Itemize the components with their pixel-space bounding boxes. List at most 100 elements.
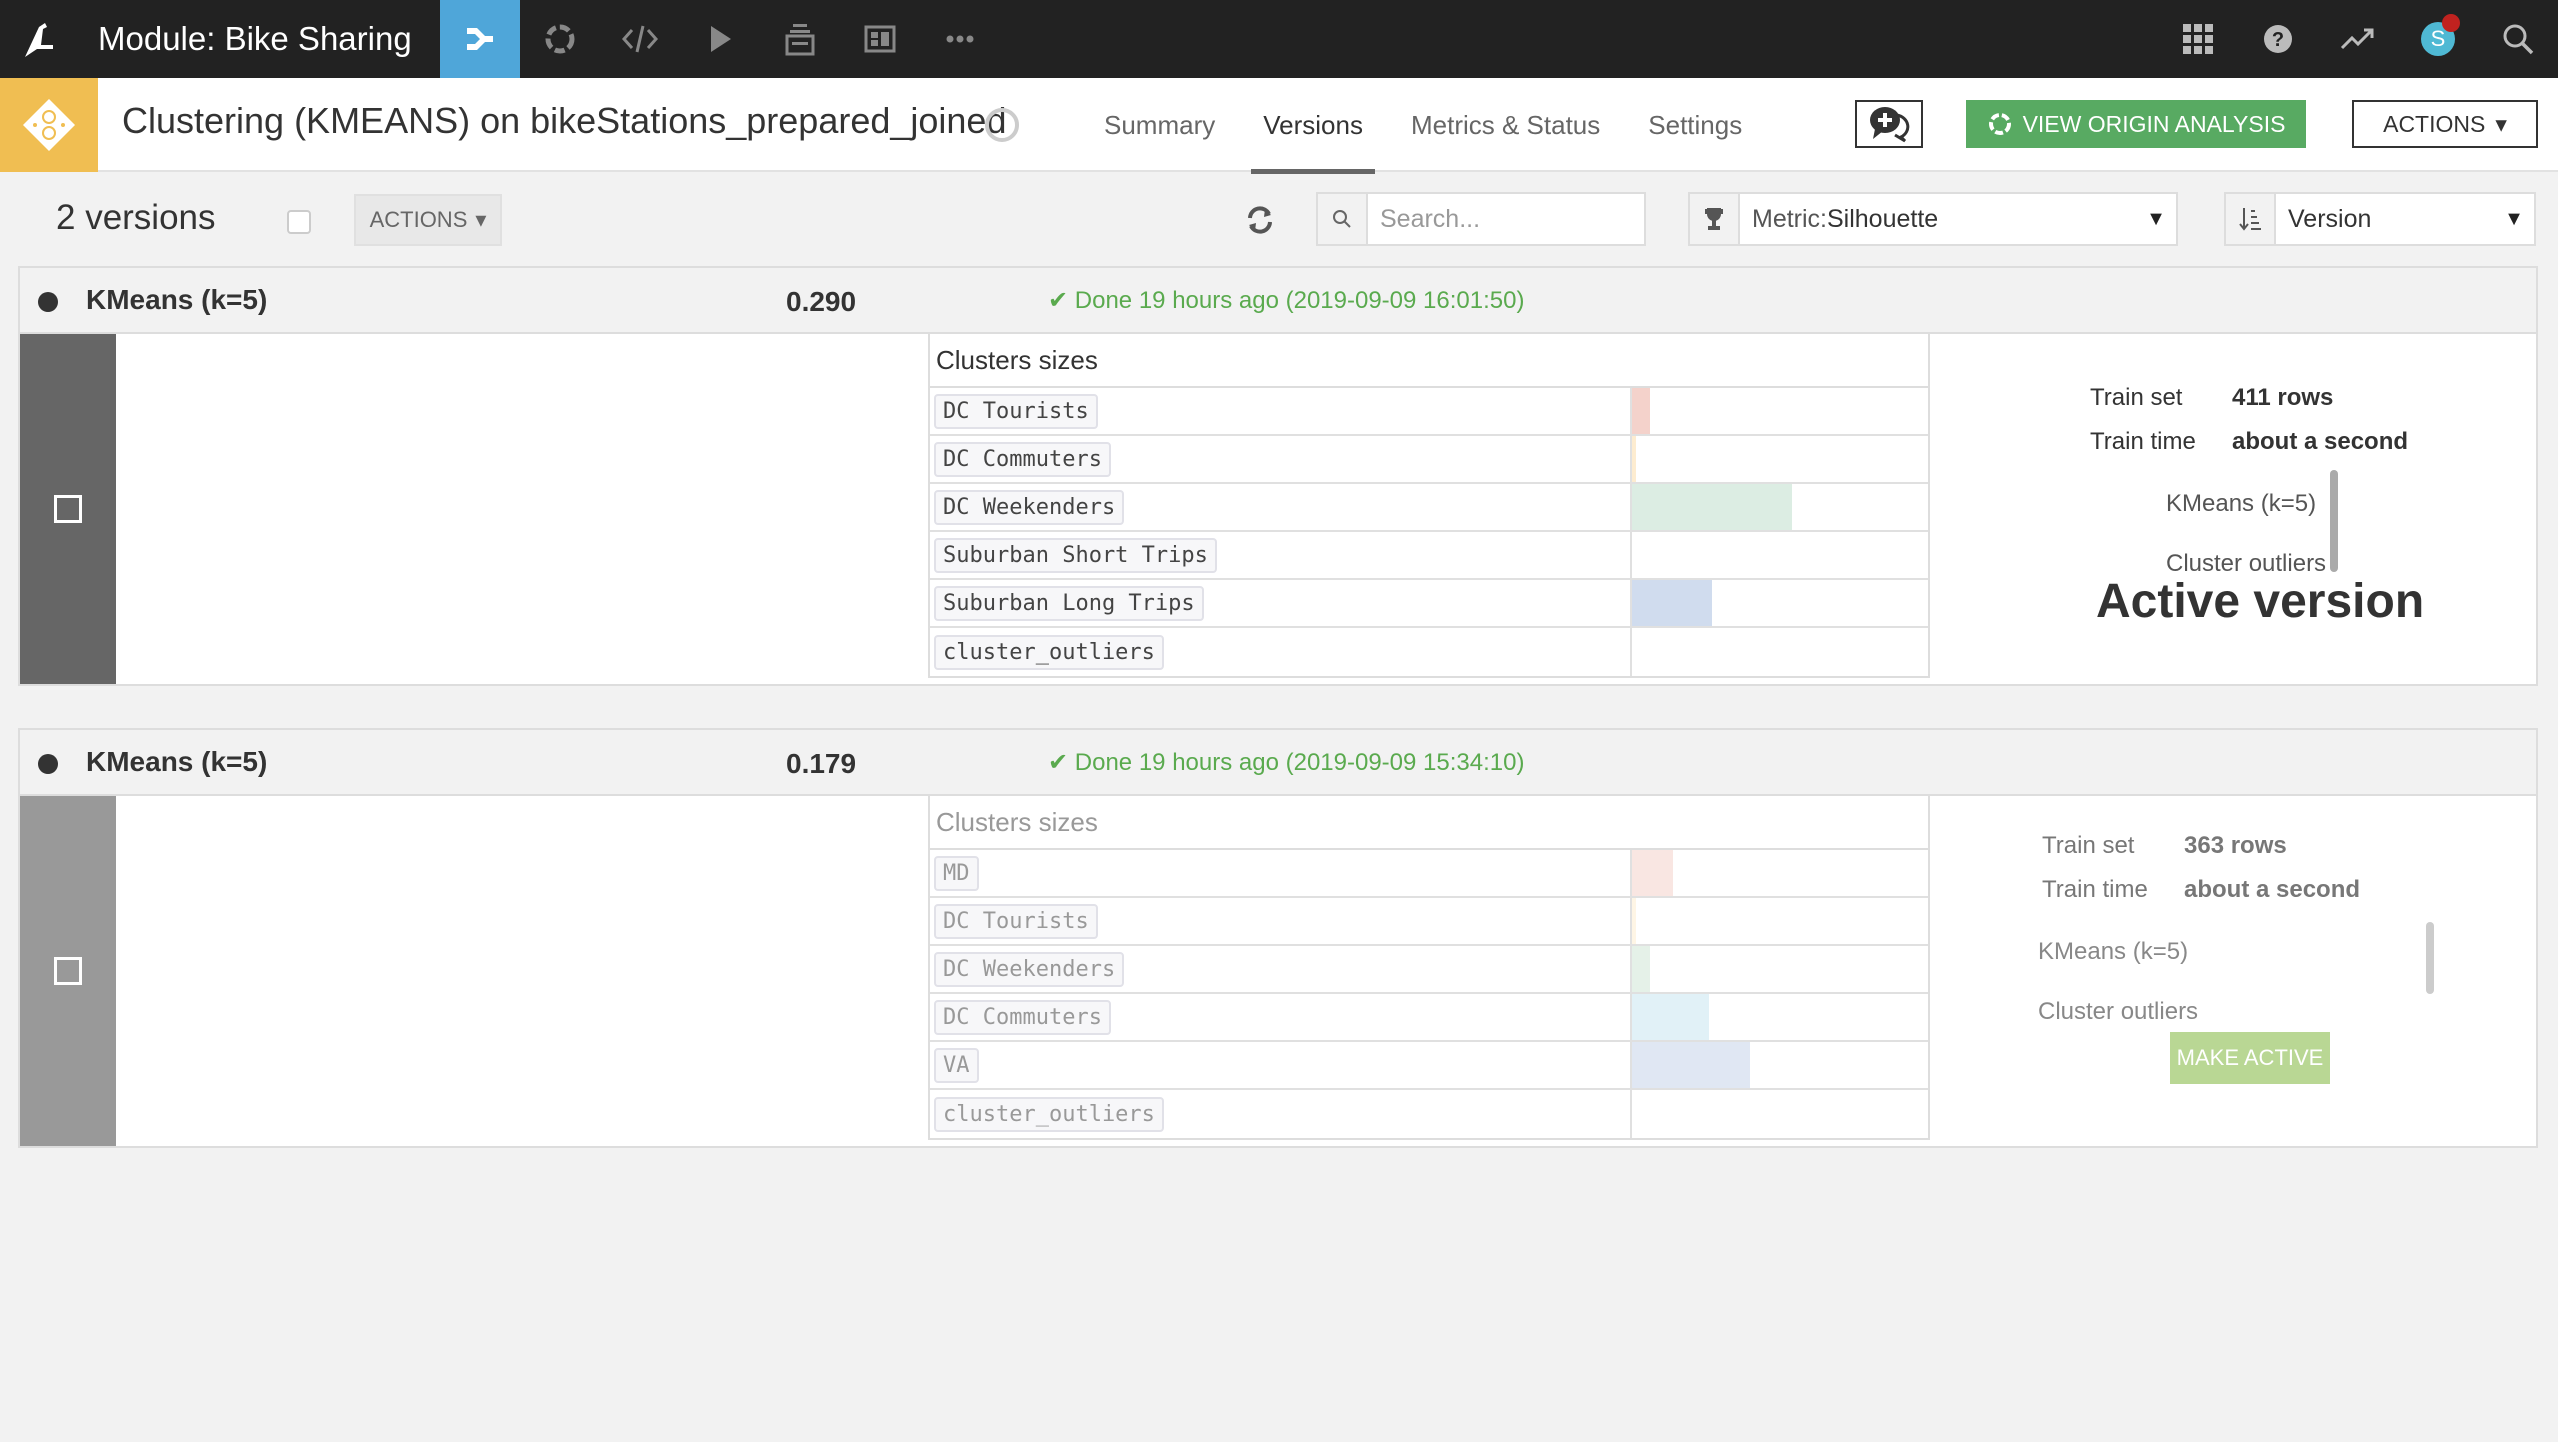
cluster-outliers-label: Cluster outliers: [2038, 998, 2199, 1025]
cluster-size-bar: [1632, 898, 1636, 944]
train-set-row: Train set 411 rows: [2090, 384, 2333, 412]
cluster-label-cell: VA: [930, 1042, 1632, 1088]
train-set-value: 363 rows: [2184, 832, 2287, 859]
cluster-bar-cell: [1632, 946, 1928, 992]
cluster-label-cell: DC Tourists: [930, 388, 1632, 434]
caret-down-icon: ▾: [475, 207, 487, 232]
cluster-size-bar: [1632, 484, 1792, 530]
train-time-value: about a second: [2184, 876, 2361, 903]
cluster-bar-cell: [1632, 628, 1928, 676]
notification-badge: [2442, 14, 2460, 32]
train-set-value: 411 rows: [2232, 384, 2334, 411]
info-scrollbar[interactable]: [2426, 922, 2434, 994]
page-title: Clustering (KMEANS) on bikeStations_prep…: [122, 100, 1007, 141]
code-icon[interactable]: [600, 0, 680, 78]
more-icon[interactable]: [920, 0, 1000, 78]
deploy-icon[interactable]: [760, 0, 840, 78]
view-origin-analysis-label: VIEW ORIGIN ANALYSIS: [2022, 110, 2286, 137]
cluster-bar-cell: [1632, 1090, 1928, 1138]
mass-actions-button[interactable]: ACTIONS ▾: [354, 194, 502, 246]
tab-summary[interactable]: Summary: [1080, 78, 1239, 172]
discussions-button[interactable]: [1855, 100, 1923, 148]
saved-model-badge-icon[interactable]: [985, 108, 1019, 142]
object-tabs: Summary Versions Metrics & Status Settin…: [1080, 78, 1766, 174]
object-header: Clustering (KMEANS) on bikeStations_prep…: [0, 78, 2558, 174]
cluster-bar-cell: [1632, 850, 1928, 896]
cluster-label-cell: DC Weekenders: [930, 946, 1632, 992]
version-checkbox[interactable]: [54, 957, 82, 985]
cluster-size-bar: [1632, 1042, 1751, 1088]
model-name: KMeans (k=5): [2166, 490, 2317, 517]
check-icon: ✔: [1048, 749, 1075, 776]
train-set-label: Train set: [2042, 832, 2135, 859]
view-origin-analysis-button[interactable]: VIEW ORIGIN ANALYSIS: [1966, 100, 2306, 148]
status-text: Done 19 hours ago (2019-09-09 16:01:50): [1074, 287, 1525, 314]
cluster-row: DC Weekenders: [930, 946, 1928, 994]
cluster-name-tag: DC Tourists: [934, 393, 1098, 429]
version-card: KMeans (k=5) 0.290 ✔ Done 19 hours ago (…: [18, 266, 2538, 686]
cluster-size-bar: [1632, 994, 1709, 1040]
cluster-name-tag: MD: [934, 855, 979, 891]
lab-icon: [1988, 113, 2011, 135]
tab-settings[interactable]: Settings: [1624, 78, 1766, 172]
version-header[interactable]: KMeans (k=5) 0.179 ✔ Done 19 hours ago (…: [20, 730, 2536, 796]
versions-toolbar: 2 versions ACTIONS ▾ Metric: Silhouette …: [0, 174, 2558, 264]
version-select-strip: [20, 796, 116, 1146]
cluster-row: cluster_outliers: [930, 628, 1928, 676]
cluster-row: Suburban Short Trips: [930, 532, 1928, 580]
search-input[interactable]: [1380, 204, 1644, 234]
version-select-strip: [20, 334, 116, 684]
version-header[interactable]: KMeans (k=5) 0.290 ✔ Done 19 hours ago (…: [20, 268, 2536, 334]
user-menu[interactable]: S: [2398, 0, 2478, 78]
tab-metrics-status[interactable]: Metrics & Status: [1387, 78, 1624, 172]
refresh-icon[interactable]: [1240, 200, 1280, 240]
train-time-label: Train time: [2090, 428, 2196, 455]
active-version-label: Active version: [2096, 575, 2425, 628]
train-set-label: Train set: [2090, 384, 2183, 411]
top-navbar: Module: Bike Sharing ? S: [0, 0, 2558, 78]
search-field: [1316, 192, 1646, 246]
cluster-name-tag: DC Commuters: [934, 999, 1111, 1035]
run-icon[interactable]: [680, 0, 760, 78]
cluster-row: Suburban Long Trips: [930, 580, 1928, 628]
cluster-size-bar: [1632, 436, 1636, 482]
dashboard-icon[interactable]: [840, 0, 920, 78]
clusters-sizes-title: Clusters sizes: [930, 334, 1928, 388]
cluster-name-tag: cluster_outliers: [934, 1096, 1164, 1132]
info-scrollbar[interactable]: [2330, 470, 2338, 572]
project-title[interactable]: Module: Bike Sharing: [98, 20, 412, 58]
dataiku-logo-icon[interactable]: [0, 0, 78, 78]
cluster-name-tag: DC Weekenders: [934, 489, 1125, 525]
actions-label: ACTIONS: [369, 207, 468, 232]
cluster-row: DC Tourists: [930, 388, 1928, 436]
svg-text:?: ?: [2272, 29, 2284, 51]
sort-select[interactable]: Version ▼: [2224, 192, 2536, 246]
status-text: Done 19 hours ago (2019-09-09 15:34:10): [1074, 749, 1525, 776]
select-all-checkbox[interactable]: [287, 210, 311, 234]
make-active-button[interactable]: MAKE ACTIVE: [2170, 1032, 2330, 1084]
apps-grid-icon[interactable]: [2158, 0, 2238, 78]
caret-down-icon: ▼: [2146, 207, 2166, 230]
version-algorithm[interactable]: KMeans (k=5): [86, 746, 267, 778]
metric-select[interactable]: Metric: Silhouette ▼: [1688, 192, 2178, 246]
cluster-size-bar: [1632, 580, 1712, 626]
lab-icon[interactable]: [520, 0, 600, 78]
version-algorithm[interactable]: KMeans (k=5): [86, 284, 267, 316]
tab-versions[interactable]: Versions: [1239, 78, 1387, 174]
cluster-row: DC Commuters: [930, 436, 1928, 484]
object-actions-button[interactable]: ACTIONS ▾: [2352, 100, 2538, 148]
add-discussion-icon: [1870, 107, 1910, 143]
train-time-row: Train time about a second: [2090, 428, 2408, 456]
flow-icon[interactable]: [439, 0, 520, 78]
cluster-name-tag: DC Commuters: [934, 441, 1111, 477]
caret-down-icon: ▾: [2495, 110, 2507, 137]
cluster-bar-cell: [1632, 1042, 1928, 1088]
search-icon[interactable]: [2478, 0, 2558, 78]
version-checkbox[interactable]: [54, 495, 82, 523]
caret-down-icon: ▼: [2504, 207, 2524, 230]
activity-icon[interactable]: [2318, 0, 2398, 78]
cluster-label-cell: DC Commuters: [930, 436, 1632, 482]
cluster-label-cell: DC Commuters: [930, 994, 1632, 1040]
help-icon[interactable]: ?: [2238, 0, 2318, 78]
version-status: ✔ Done 19 hours ago (2019-09-09 16:01:50…: [1048, 286, 1524, 315]
